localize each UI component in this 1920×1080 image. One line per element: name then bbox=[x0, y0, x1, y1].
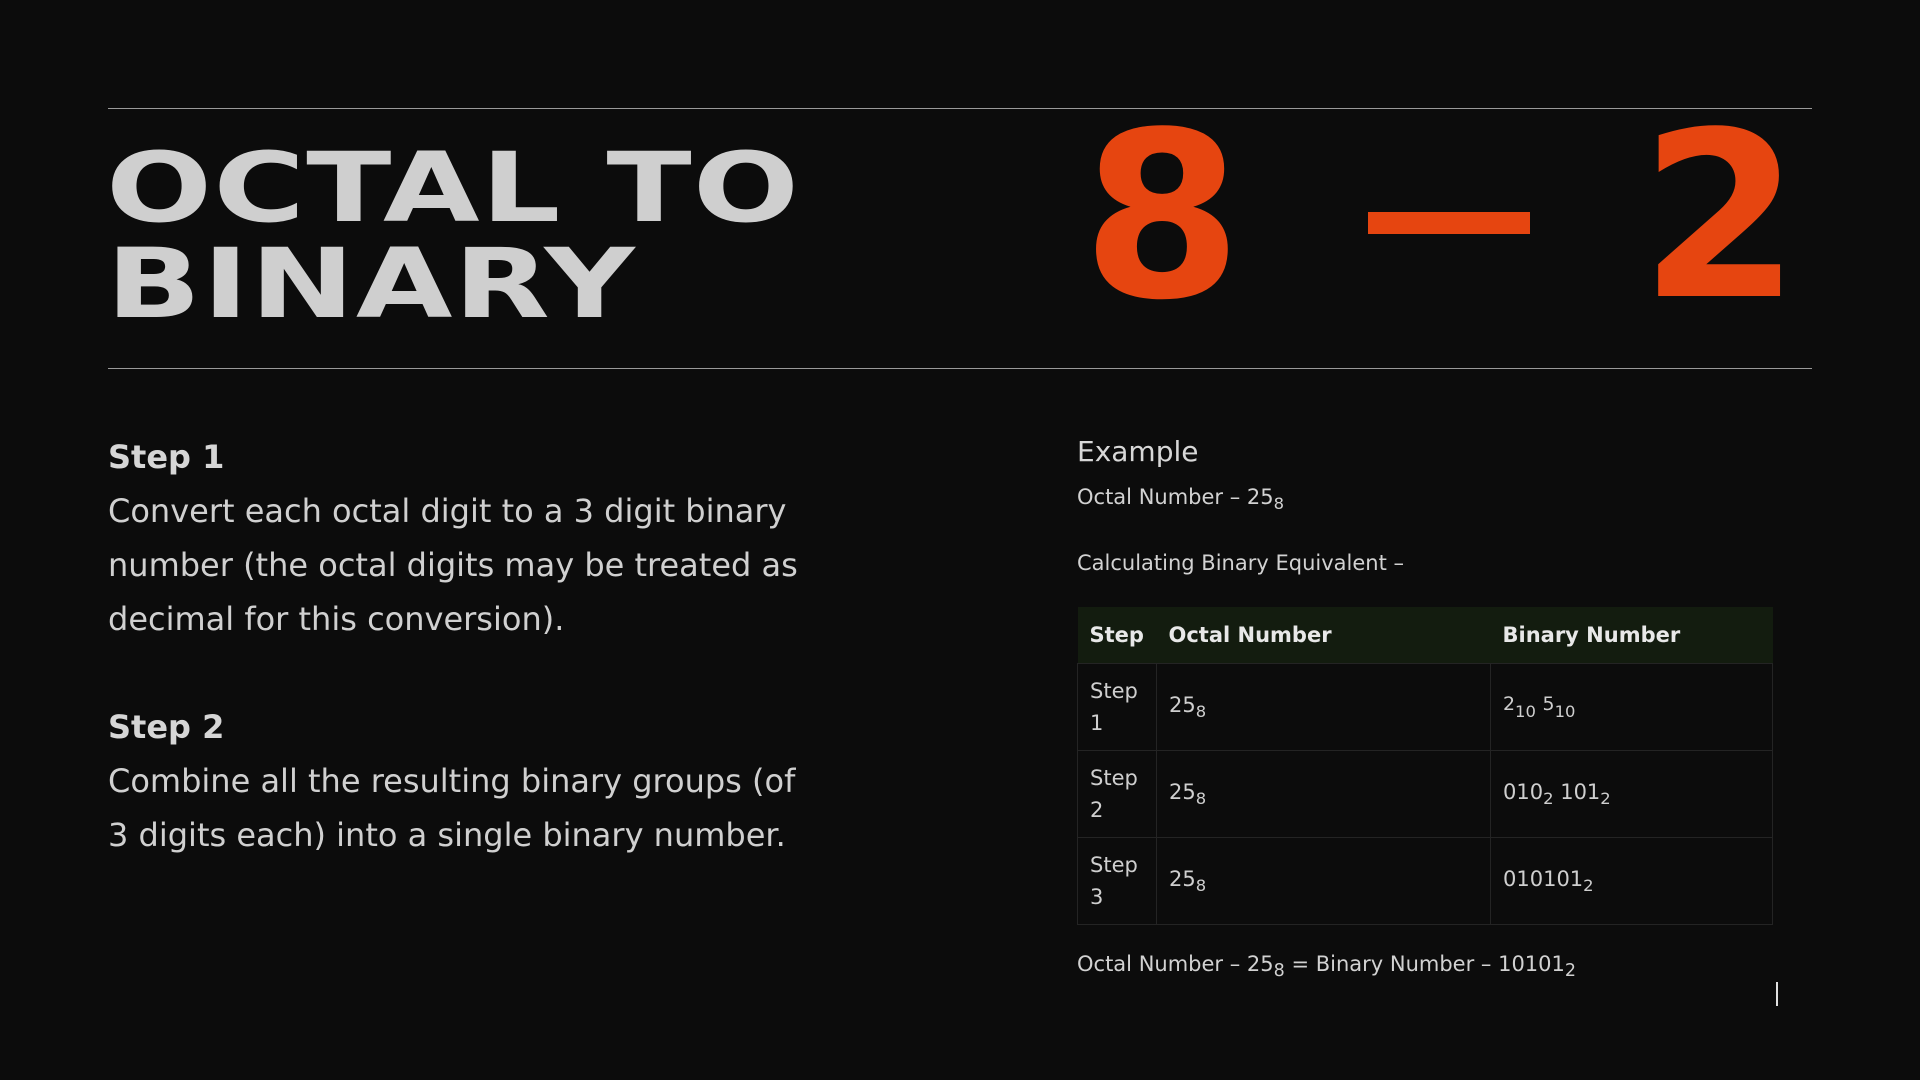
example-result: Octal Number – 258 = Binary Number – 101… bbox=[1077, 949, 1773, 986]
table-header-row: Step Octal Number Binary Number bbox=[1077, 606, 1773, 664]
table-row: Step 1 258 210 510 bbox=[1077, 662, 1773, 751]
binary-base: 10 bbox=[1515, 701, 1536, 721]
binary-part: 5 bbox=[1542, 693, 1555, 716]
octal-value: 25 bbox=[1169, 866, 1196, 891]
octal-base: 8 bbox=[1273, 493, 1285, 513]
step-text: Convert each octal digit to a 3 digit bi… bbox=[108, 492, 798, 638]
text-cursor bbox=[1776, 982, 1778, 1006]
example-panel: Example Octal Number – 258 Calculating B… bbox=[1077, 428, 1773, 986]
example-title: Example bbox=[1077, 435, 1199, 468]
title-line-1: OCTAL TO bbox=[106, 132, 801, 244]
example-calc-label: Calculating Binary Equivalent – bbox=[1077, 550, 1404, 575]
cell-binary: 0101012 bbox=[1490, 836, 1773, 925]
middle-divider bbox=[108, 368, 1812, 369]
binary-base: 2 bbox=[1543, 788, 1554, 808]
step-heading: Step 1 bbox=[108, 438, 225, 476]
step-block: Step 2 Combine all the resulting binary … bbox=[108, 700, 808, 862]
cell-octal: 258 bbox=[1156, 836, 1491, 925]
binary-base: 2 bbox=[1583, 875, 1594, 895]
octal-base: 8 bbox=[1195, 701, 1207, 721]
binary-part: 010 bbox=[1503, 779, 1544, 804]
hero-number-binary: 2 bbox=[1640, 84, 1801, 351]
binary-base: 2 bbox=[1600, 788, 1611, 808]
hero-dash bbox=[1368, 212, 1530, 234]
table-row: Step 3 258 0101012 bbox=[1077, 836, 1773, 925]
cell-binary: 210 510 bbox=[1490, 662, 1773, 751]
octal-number-label: Octal Number – 25 bbox=[1077, 485, 1274, 509]
result-octal-base: 8 bbox=[1273, 961, 1285, 982]
steps-section: Step 1 Convert each octal digit to a 3 d… bbox=[108, 430, 808, 916]
result-binary-label: = Binary Number – 10101 bbox=[1284, 951, 1565, 976]
header-step: Step bbox=[1077, 606, 1157, 664]
hero-number-octal: 8 bbox=[1082, 84, 1243, 351]
cell-binary: 0102 1012 bbox=[1490, 749, 1773, 838]
binary-base: 10 bbox=[1554, 701, 1576, 721]
binary-part: 010101 bbox=[1503, 866, 1584, 891]
top-divider bbox=[108, 108, 1812, 109]
cell-step: Step 3 bbox=[1077, 836, 1157, 925]
cell-octal: 258 bbox=[1156, 662, 1491, 751]
octal-base: 8 bbox=[1195, 788, 1207, 808]
header-octal: Octal Number bbox=[1156, 606, 1491, 664]
octal-value: 25 bbox=[1169, 692, 1196, 717]
octal-base: 8 bbox=[1195, 875, 1207, 895]
title-line-2: BINARY bbox=[106, 228, 637, 340]
cell-step: Step 1 bbox=[1077, 662, 1157, 751]
conversion-table: Step Octal Number Binary Number Step 1 2… bbox=[1077, 606, 1773, 925]
octal-value: 25 bbox=[1169, 779, 1196, 804]
step-heading: Step 2 bbox=[108, 708, 225, 746]
result-octal-label: Octal Number – 25 bbox=[1077, 951, 1274, 976]
cell-octal: 258 bbox=[1156, 749, 1491, 838]
header-binary: Binary Number bbox=[1490, 606, 1773, 664]
table-row: Step 2 258 0102 1012 bbox=[1077, 749, 1773, 838]
binary-part: 2 bbox=[1503, 693, 1516, 716]
example-octal-number: Octal Number – 258 bbox=[1077, 482, 1773, 519]
cell-step: Step 2 bbox=[1077, 749, 1157, 838]
step-block: Step 1 Convert each octal digit to a 3 d… bbox=[108, 430, 808, 646]
binary-part: 101 bbox=[1560, 779, 1601, 804]
page-title: OCTAL TO BINARY bbox=[106, 140, 800, 332]
step-text: Combine all the resulting binary groups … bbox=[108, 762, 796, 854]
result-binary-base: 2 bbox=[1564, 961, 1577, 982]
